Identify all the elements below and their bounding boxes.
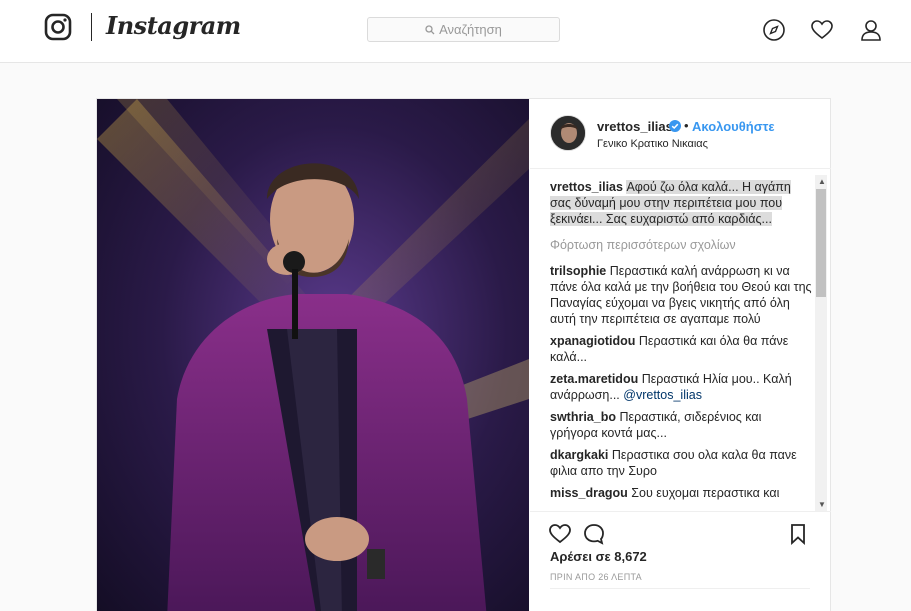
- search-icon: [425, 24, 435, 34]
- top-navigation-bar: Instagram Αναζήτηση: [0, 0, 911, 63]
- comment-username[interactable]: xpanagiotidou: [550, 334, 635, 348]
- comment-item: xpanagiotidou Περαστικά και όλα θα πάνε …: [550, 333, 812, 365]
- explore-compass-icon[interactable]: [762, 18, 786, 42]
- comment-item: dkargkaki Περαστικα σου ολα καλα θα πανε…: [550, 447, 812, 479]
- comment-username[interactable]: trilsophie: [550, 264, 606, 278]
- scroll-up-arrow-icon[interactable]: ▲: [818, 177, 826, 186]
- post-timestamp[interactable]: ΠΡΙΝ ΑΠΟ 26 ΛΕΠΤΑ: [550, 572, 642, 582]
- add-comment-divider: [550, 588, 810, 589]
- comments-list[interactable]: vrettos_ilias Αφού ζω όλα καλά... Η αγάπ…: [550, 179, 812, 511]
- search-placeholder: Αναζήτηση: [439, 22, 502, 37]
- comment-username[interactable]: miss_dragou: [550, 486, 628, 500]
- instagram-logo-icon[interactable]: [44, 13, 72, 41]
- comment-item: zeta.maretidou Περαστικά Ηλία μου.. Καλή…: [550, 371, 812, 403]
- like-heart-icon[interactable]: [548, 522, 572, 546]
- comment-username[interactable]: swthria_bo: [550, 410, 616, 424]
- heart-icon[interactable]: [810, 18, 834, 42]
- comment-bubble-icon[interactable]: [582, 522, 606, 546]
- logo-divider: [91, 13, 92, 41]
- verified-badge-icon: [669, 120, 681, 132]
- load-more-comments-button[interactable]: Φόρτωση περισσότερων σχολίων: [550, 237, 812, 253]
- separator-dot: •: [684, 118, 689, 133]
- comments-scrollbar[interactable]: ▲ ▼: [815, 175, 827, 511]
- singer-photo-illustration: [97, 99, 529, 611]
- caption: vrettos_ilias Αφού ζω όλα καλά... Η αγάπ…: [550, 179, 812, 227]
- post-actions: Αρέσει σε 8,672 ΠΡΙΝ ΑΠΟ 26 ΛΕΠΤΑ: [530, 511, 831, 611]
- comment-item: swthria_bo Περαστικά, σιδερένιος και γρή…: [550, 409, 812, 441]
- avatar[interactable]: [550, 115, 586, 151]
- post-location[interactable]: Γενικο Κρατικο Νικαιας: [597, 138, 708, 150]
- search-input[interactable]: Αναζήτηση: [367, 17, 560, 42]
- comment-username[interactable]: dkargkaki: [550, 448, 608, 462]
- save-bookmark-icon[interactable]: [786, 522, 810, 546]
- comment-mention-link[interactable]: @vrettos_ilias: [623, 388, 702, 402]
- post-photo[interactable]: [97, 99, 529, 611]
- post-sidebar: vrettos_ilias • Ακολουθήστε Γενικο Κρατι…: [530, 99, 831, 611]
- scroll-down-arrow-icon[interactable]: ▼: [818, 500, 826, 509]
- comment-item: miss_dragou Σου ευχομαι περαστικα και: [550, 485, 812, 501]
- likes-count[interactable]: Αρέσει σε 8,672: [550, 549, 647, 564]
- profile-icon[interactable]: [859, 18, 883, 42]
- post-username[interactable]: vrettos_ilias: [597, 119, 673, 134]
- comment-item: trilsophie Περαστικά καλή ανάρρωση κι να…: [550, 263, 812, 327]
- scrollbar-thumb[interactable]: [816, 189, 826, 297]
- post-card: vrettos_ilias • Ακολουθήστε Γενικο Κρατι…: [96, 98, 831, 611]
- comment-text: Σου ευχομαι περαστικα και: [631, 486, 780, 500]
- instagram-wordmark[interactable]: Instagram: [106, 11, 241, 40]
- post-header: vrettos_ilias • Ακολουθήστε Γενικο Κρατι…: [530, 99, 831, 169]
- caption-username[interactable]: vrettos_ilias: [550, 180, 623, 194]
- avatar-image: [551, 116, 585, 150]
- follow-button[interactable]: Ακολουθήστε: [692, 119, 775, 134]
- comment-username[interactable]: zeta.maretidou: [550, 372, 638, 386]
